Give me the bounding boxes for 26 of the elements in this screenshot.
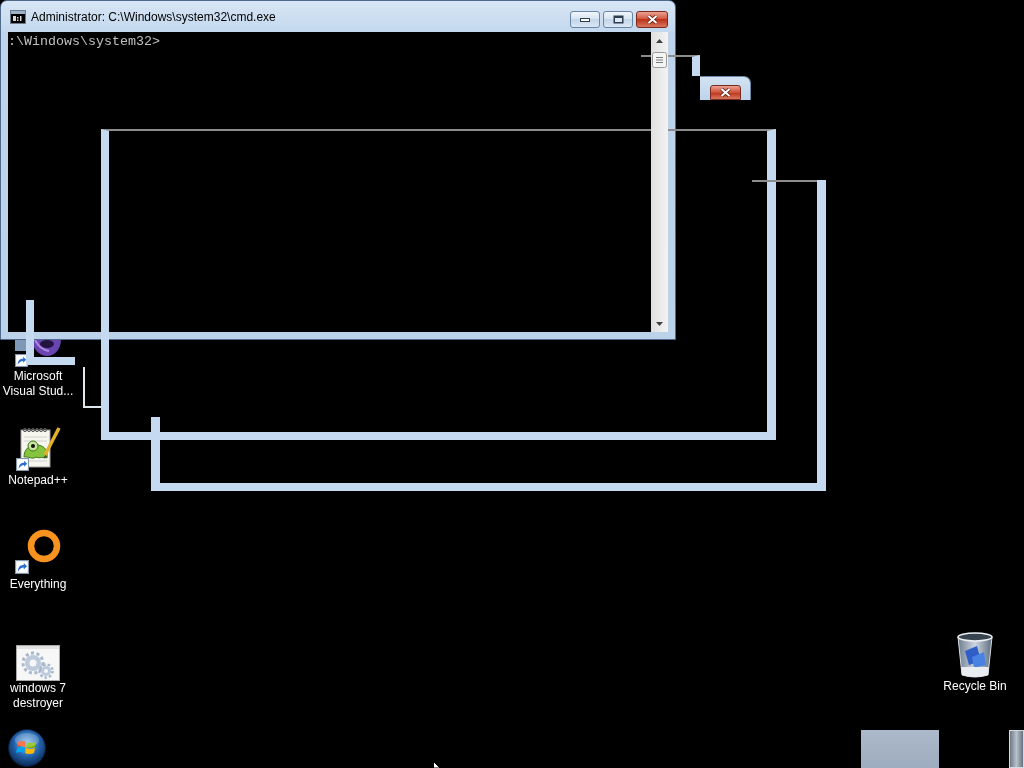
start-button[interactable] [8,729,46,767]
desktop-shortcut[interactable]: Notepad++ [0,425,76,488]
desktop-shortcut[interactable]: Everything [0,529,76,592]
scrollbar-thumb[interactable] [652,52,667,68]
down-arrow-icon[interactable] [656,321,663,326]
console-icon [10,9,26,24]
desktop-shortcut[interactable]: Recycle Bin [937,631,1013,694]
gear-window-icon [16,645,60,681]
frame-line-fragment [83,367,101,408]
ring-logo-icon [14,529,62,577]
minimize-button[interactable] [570,11,600,28]
console-line: :\Windows\system32> [8,34,160,49]
up-arrow-icon[interactable] [656,38,663,43]
window-title: Administrator: C:\Windows\system32\cmd.exe [31,9,276,24]
maximize-icon [612,15,624,24]
close-icon [646,15,658,24]
maximize-button[interactable] [603,11,633,28]
close-icon [720,88,731,97]
window-frame-fragment [26,300,75,365]
minimize-icon [580,17,590,22]
close-button[interactable] [710,85,741,100]
trash-bin-icon [955,631,995,679]
desktop-shortcut[interactable]: windows 7 destroyer [0,633,76,711]
close-button[interactable] [636,11,668,28]
chameleon-notepad-icon [14,425,62,473]
show-desktop-button[interactable] [1009,730,1024,768]
